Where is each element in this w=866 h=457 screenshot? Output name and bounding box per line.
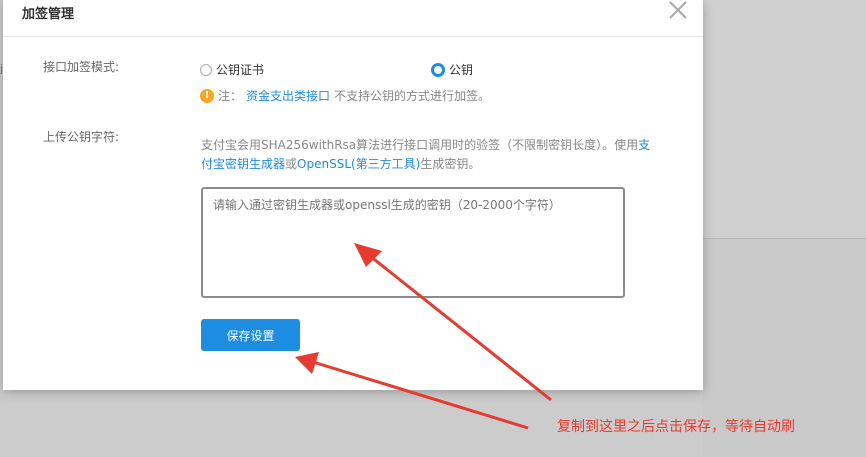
annotation-text: 复制到这里之后点击保存，等待自动刷 xyxy=(557,419,795,435)
annotation-arrows xyxy=(295,243,552,430)
arrow-to-save-button xyxy=(295,352,529,430)
arrow-to-textarea xyxy=(354,243,552,402)
